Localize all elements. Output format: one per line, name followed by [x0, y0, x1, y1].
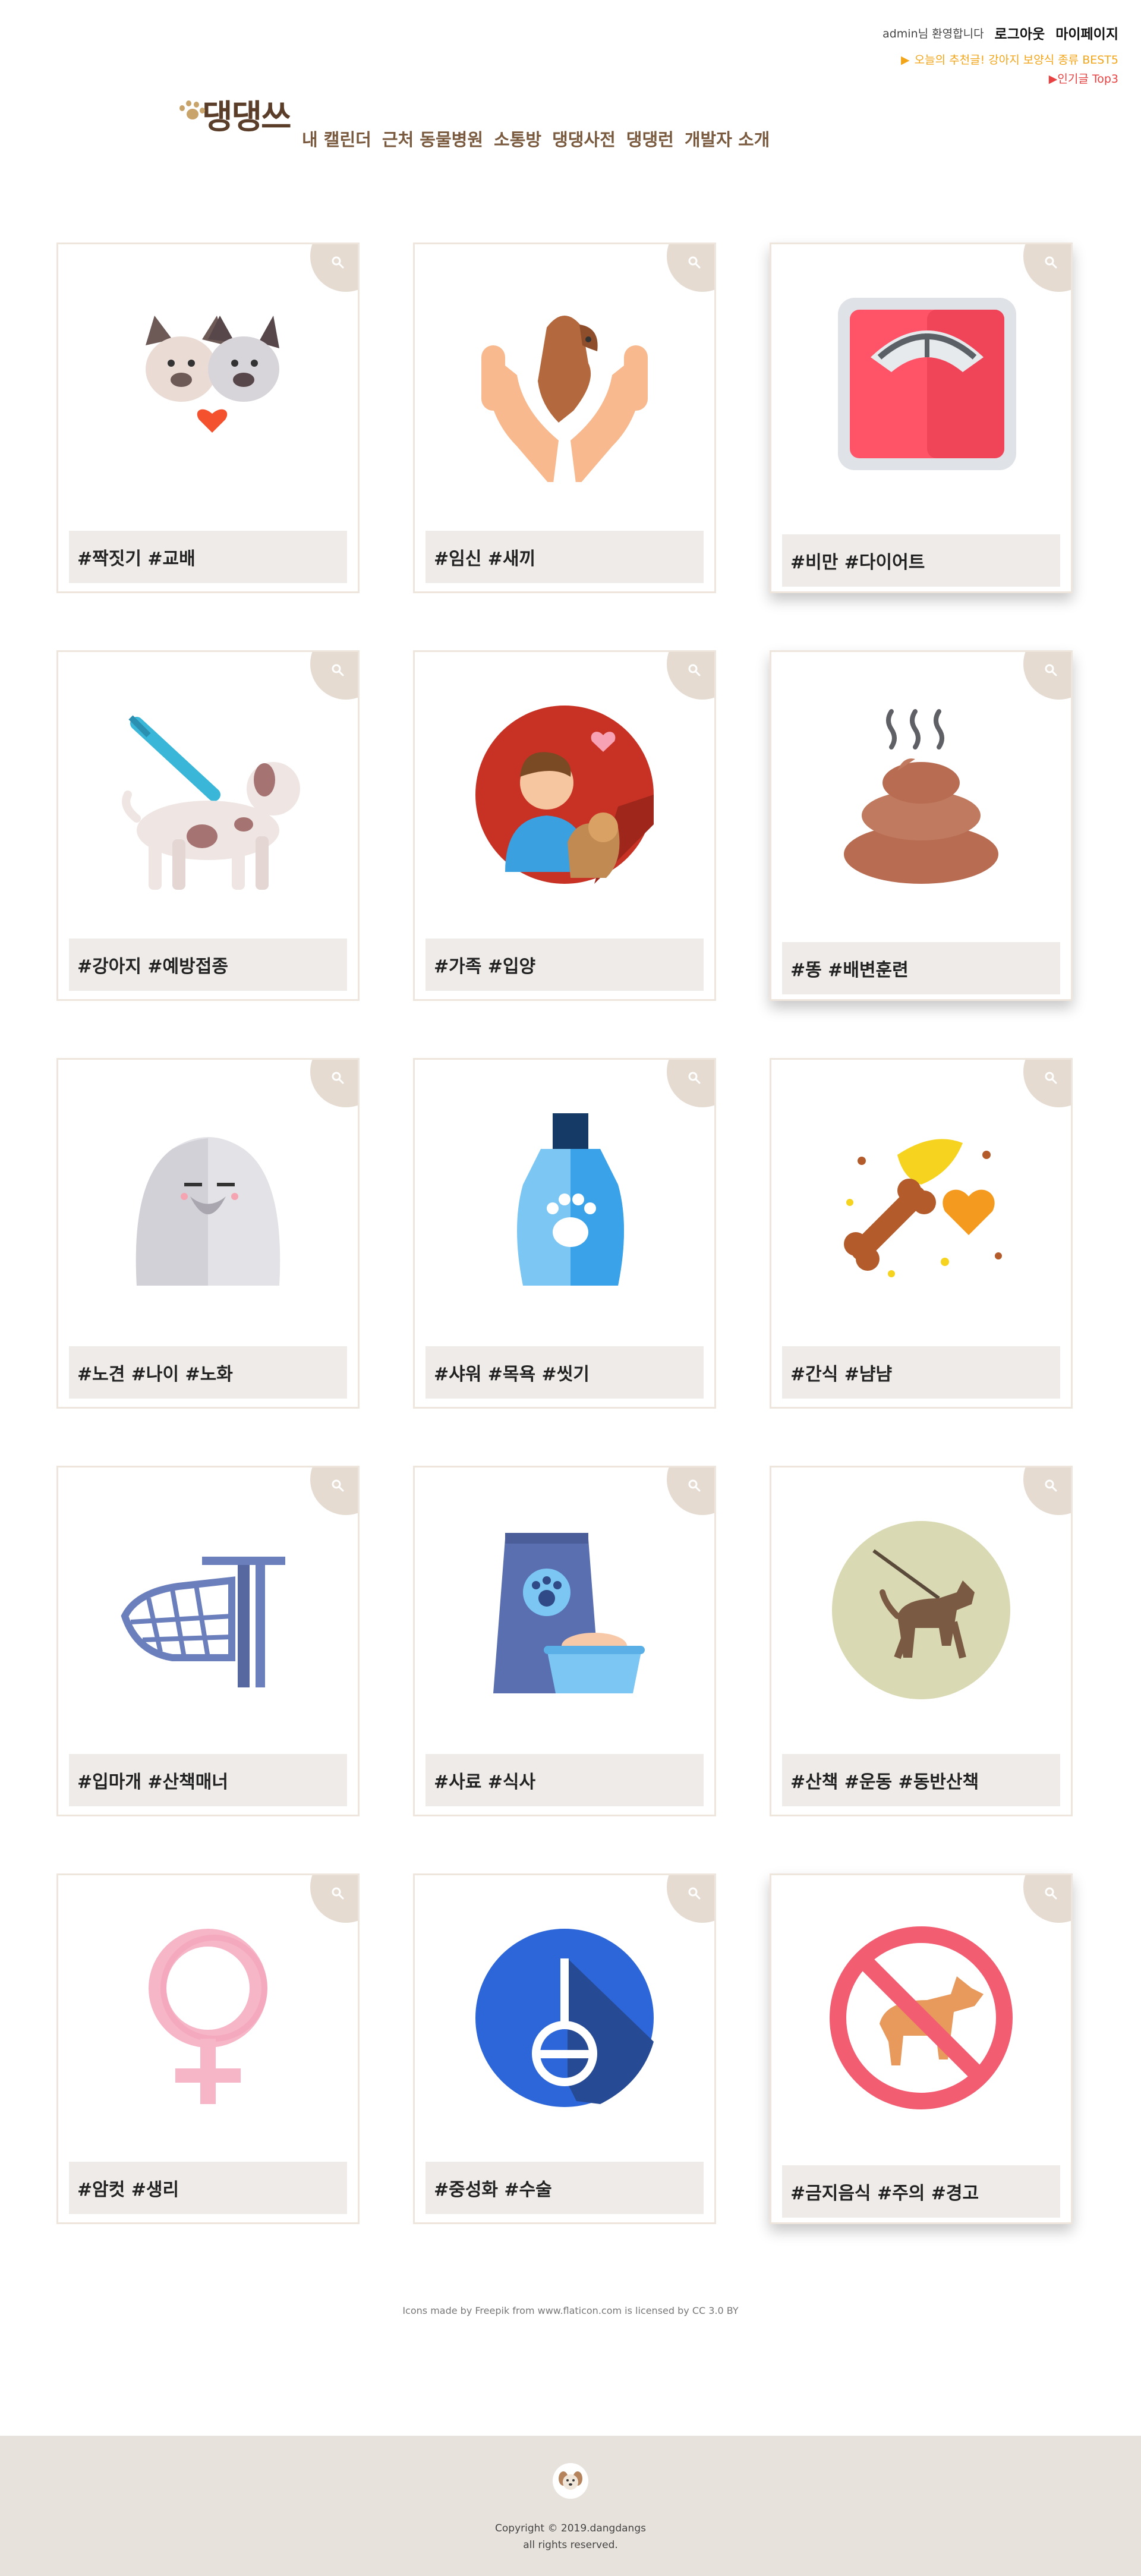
topic-card[interactable]: #금지음식 #주의 #경고 [770, 1873, 1073, 2224]
topic-card[interactable]: #중성화 #수술 [413, 1873, 716, 2224]
tag-bar: #입마개 #산책매너 [69, 1754, 347, 1806]
dog-face-icon [553, 2463, 588, 2499]
top-utility-bar: admin님 환영합니다 로그아웃 마이페이지 [882, 23, 1118, 43]
mypage-link[interactable]: 마이페이지 [1055, 23, 1118, 43]
card-tag: #샤워 #목욕 #씻기 [434, 1364, 590, 1385]
recommend-text: 오늘의 추천글! 강아지 보양식 종류 BEST5 [914, 53, 1118, 67]
tag-bar: #임신 #새끼 [425, 531, 704, 583]
recommend-banner[interactable]: ▶ 오늘의 추천글! 강아지 보양식 종류 BEST5 [901, 51, 1118, 67]
walking-dog-icon [832, 1521, 1010, 1699]
no-dogs-icon [830, 1926, 1013, 2109]
topic-card[interactable]: #사료 #식사 [413, 1466, 716, 1816]
tag-bar: #암컷 #생리 [69, 2162, 347, 2214]
tag-bar: #똥 #배변훈련 [782, 942, 1060, 994]
tag-bar: #금지음식 #주의 #경고 [782, 2165, 1060, 2218]
scale-icon [838, 298, 1016, 470]
magnifier-icon[interactable] [687, 255, 701, 269]
tag-bar: #가족 #입양 [425, 939, 704, 991]
magnifier-icon[interactable] [330, 663, 345, 677]
magnifier-icon[interactable] [330, 1886, 345, 1900]
topic-card[interactable]: #짝짓기 #교배 [56, 243, 360, 593]
topic-card[interactable]: #가족 #입양 [413, 650, 716, 1001]
recommend-marker: ▶ [901, 53, 910, 67]
tag-bar: #중성화 #수술 [425, 2162, 704, 2214]
topic-card[interactable]: #비만 #다이어트 [770, 243, 1073, 593]
topic-card[interactable]: #암컷 #생리 [56, 1873, 360, 2224]
two-dogs-heart-icon [146, 316, 279, 433]
nav-dictionary[interactable]: 댕댕사전 [552, 126, 616, 151]
person-with-dog-icon [475, 706, 654, 884]
topic-card[interactable]: #산책 #운동 #동반산책 [770, 1466, 1073, 1816]
copyright-line: Copyright © 2019.dangdangs [495, 2523, 646, 2534]
site-footer: Copyright © 2019.dangdangs all rights re… [0, 2436, 1141, 2576]
logo-text: 댕댕쓰 [202, 97, 292, 137]
card-tag: #노견 #나이 #노화 [77, 1364, 233, 1385]
card-tag: #금지음식 #주의 #경고 [790, 2183, 979, 2204]
nav-calendar[interactable]: 내 캘린더 [302, 126, 371, 151]
topic-card[interactable]: #입마개 #산책매너 [56, 1466, 360, 1816]
nav-run[interactable]: 댕댕런 [626, 126, 674, 151]
nav-developers[interactable]: 개발자 소개 [685, 126, 770, 151]
tag-bar: #간식 #냠냠 [782, 1346, 1060, 1399]
welcome-text: admin님 환영합니다 [882, 27, 984, 40]
card-tag: #임신 #새끼 [434, 549, 536, 569]
topic-card[interactable]: #임신 #새끼 [413, 243, 716, 593]
card-tag: #가족 #입양 [434, 956, 536, 977]
card-tag: #비만 #다이어트 [790, 552, 925, 573]
topic-card[interactable]: #노견 #나이 #노화 [56, 1058, 360, 1409]
topic-card[interactable]: #똥 #배변훈련 [770, 650, 1073, 1001]
poop-icon [844, 709, 998, 884]
treats-icon [844, 1139, 1002, 1277]
neuter-symbol-icon [475, 1929, 654, 2107]
muzzle-icon [121, 1557, 285, 1687]
magnifier-icon[interactable] [1044, 255, 1058, 269]
magnifier-icon[interactable] [330, 1478, 345, 1492]
magnifier-icon[interactable] [1044, 663, 1058, 677]
main-nav: 내 캘린더 근처 동물병원 소통방 댕댕사전 댕댕런 개발자 소개 [302, 126, 770, 151]
magnifier-icon[interactable] [687, 1886, 701, 1900]
tag-bar: #비만 #다이어트 [782, 534, 1060, 587]
magnifier-icon[interactable] [687, 1478, 701, 1492]
card-tag: #중성화 #수술 [434, 2180, 552, 2200]
magnifier-icon[interactable] [1044, 1478, 1058, 1492]
site-logo[interactable]: 댕댕쓰 [178, 90, 292, 138]
magnifier-icon[interactable] [687, 663, 701, 677]
dog-food-icon [493, 1533, 645, 1693]
magnifier-icon[interactable] [687, 1070, 701, 1085]
rights-line: all rights reserved. [523, 2539, 618, 2551]
old-dog-icon [135, 1137, 280, 1286]
magnifier-icon[interactable] [330, 255, 345, 269]
tag-bar: #강아지 #예방접종 [69, 939, 347, 991]
card-tag: #암컷 #생리 [77, 2180, 179, 2200]
nav-community[interactable]: 소통방 [494, 126, 541, 151]
tag-bar: #산책 #운동 #동반산책 [782, 1754, 1060, 1806]
topic-card[interactable]: #샤워 #목욕 #씻기 [413, 1058, 716, 1409]
card-tag: #강아지 #예방접종 [77, 956, 228, 977]
female-symbol-icon [149, 1929, 267, 2104]
card-tag: #간식 #냠냠 [790, 1364, 893, 1385]
paw-icon [178, 100, 206, 124]
magnifier-icon[interactable] [1044, 1070, 1058, 1085]
card-tag: #짝짓기 #교배 [77, 549, 196, 569]
dog-vaccine-icon [122, 715, 300, 890]
magnifier-icon[interactable] [1044, 1886, 1058, 1900]
logout-link[interactable]: 로그아웃 [995, 23, 1045, 43]
tag-bar: #샤워 #목욕 #씻기 [425, 1346, 704, 1399]
topic-card[interactable]: #간식 #냠냠 [770, 1058, 1073, 1409]
tag-bar: #사료 #식사 [425, 1754, 704, 1806]
magnifier-icon[interactable] [330, 1070, 345, 1085]
icon-credit: Icons made by Freepik from www.flaticon.… [402, 2305, 739, 2316]
topic-card[interactable]: #강아지 #예방접종 [56, 650, 360, 1001]
card-tag: #입마개 #산책매너 [77, 1772, 228, 1793]
tag-bar: #노견 #나이 #노화 [69, 1346, 347, 1399]
nav-hospital[interactable]: 근처 동물병원 [382, 126, 483, 151]
hands-holding-dog-icon [481, 316, 648, 482]
card-tag: #똥 #배변훈련 [790, 960, 909, 981]
popular-link[interactable]: ▶인기글 Top3 [1049, 70, 1118, 86]
copyright: Copyright © 2019.dangdangs all rights re… [0, 2520, 1141, 2553]
card-tag: #사료 #식사 [434, 1772, 536, 1793]
card-tag: #산책 #운동 #동반산책 [790, 1772, 979, 1793]
shampoo-icon [517, 1113, 624, 1286]
tag-bar: #짝짓기 #교배 [69, 531, 347, 583]
